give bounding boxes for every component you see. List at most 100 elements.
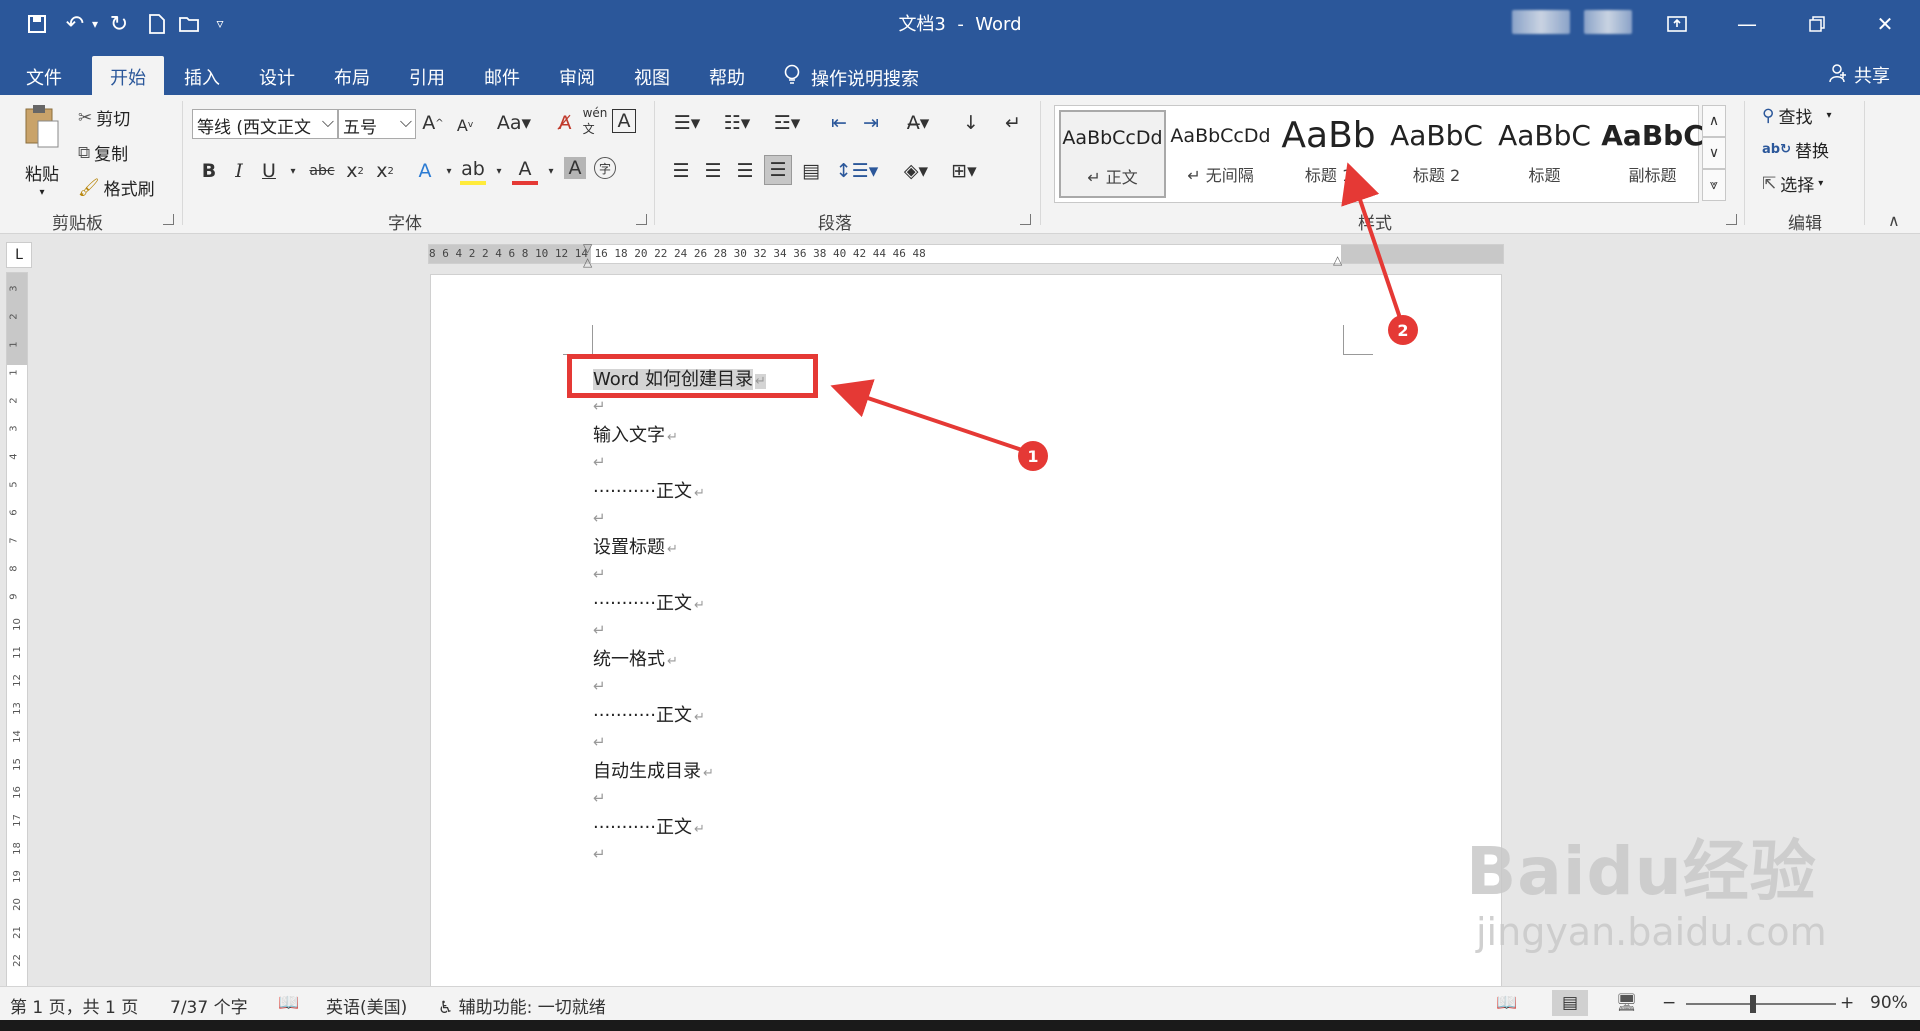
tab-file[interactable]: 文件 <box>14 56 74 95</box>
tab-references[interactable]: 引用 <box>395 56 459 95</box>
zoom-slider-thumb[interactable] <box>1750 995 1756 1013</box>
accessibility-status[interactable]: ♿ 辅助功能: 一切就绪 <box>438 993 606 1018</box>
strikethrough-icon[interactable]: abc <box>306 157 338 185</box>
horizontal-ruler[interactable]: 8 6 4 2 2 4 6 8 10 12 14 16 18 20 22 24 … <box>428 241 1504 269</box>
borders-icon[interactable]: ⊞▾ <box>944 157 984 185</box>
account-name-blurred[interactable] <box>1512 10 1570 34</box>
justify-icon[interactable]: ☰ <box>764 155 792 185</box>
style-title[interactable]: AaBbC 标题 <box>1491 110 1598 198</box>
gallery-scroll-up-icon[interactable]: ∧ <box>1702 105 1726 137</box>
increase-indent-icon[interactable]: ⇥ <box>858 109 884 137</box>
decrease-indent-icon[interactable]: ⇤ <box>826 109 852 137</box>
multilevel-list-icon[interactable]: ☲▾ <box>768 109 806 137</box>
share-button[interactable]: 共享 <box>1828 62 1890 88</box>
doc-line[interactable]: ···········正文 ↵ <box>593 701 705 727</box>
style-no-spacing[interactable]: AaBbCcDd ↵ 无间隔 <box>1167 110 1274 198</box>
first-line-indent-handle[interactable]: ▽ <box>583 241 592 255</box>
underline-icon[interactable]: U <box>256 157 282 185</box>
superscript-icon[interactable]: x2 <box>372 157 398 185</box>
tab-insert[interactable]: 插入 <box>170 56 234 95</box>
doc-line[interactable]: 自动生成目录 ↵ <box>593 757 714 783</box>
right-indent-handle[interactable]: △ <box>1333 253 1342 267</box>
text-effects-dropdown-icon[interactable]: ▾ <box>436 157 462 185</box>
gallery-scroll-down-icon[interactable]: ∨ <box>1702 137 1726 169</box>
tab-layout[interactable]: 布局 <box>320 56 384 95</box>
doc-line[interactable]: 统一格式 ↵ <box>593 645 678 671</box>
bullets-icon[interactable]: ☰▾ <box>668 109 706 137</box>
underline-dropdown-icon[interactable]: ▾ <box>280 157 306 185</box>
find-button[interactable]: ⚲ 查找 ▾ <box>1762 103 1831 129</box>
sort-icon[interactable]: ↓ <box>958 109 984 137</box>
shading-icon[interactable]: ◈▾ <box>896 157 936 185</box>
text-effects-icon[interactable]: A <box>412 157 438 185</box>
font-color-dropdown-icon[interactable]: ▾ <box>538 157 564 185</box>
show-formatting-marks-icon[interactable]: ↵ <box>1000 109 1026 137</box>
numbering-icon[interactable]: ☷▾ <box>718 109 756 137</box>
doc-line[interactable]: 设置标题 ↵ <box>593 533 678 559</box>
style-heading-2[interactable]: AaBbC 标题 2 <box>1383 110 1490 198</box>
style-heading-1[interactable]: AaBb 标题 1 <box>1275 110 1382 198</box>
line-spacing-icon[interactable]: ↕☰▾ <box>836 157 879 185</box>
replace-button[interactable]: ab↻ 替换 <box>1762 137 1829 162</box>
format-painter-button[interactable]: 🖌 格式刷 <box>78 175 155 201</box>
vertical-ruler[interactable]: 3 2 1 1 2 3 4 5 6 7 8 9 10 11 12 13 14 15 16 17 18 19 20 21 22 <box>6 272 28 990</box>
tab-review[interactable]: 审阅 <box>545 56 609 95</box>
minimize-icon[interactable]: — <box>1712 0 1782 48</box>
phonetic-guide-icon[interactable]: wén 文 <box>582 106 608 136</box>
close-icon[interactable]: ✕ <box>1850 0 1920 48</box>
restore-icon[interactable] <box>1782 0 1852 48</box>
grow-font-icon[interactable]: A ^ <box>420 109 446 137</box>
ribbon-display-options-icon[interactable] <box>1642 0 1712 48</box>
page-count[interactable]: 第 1 页，共 1 页 <box>10 993 138 1018</box>
tab-help[interactable]: 帮助 <box>695 56 759 95</box>
word-count[interactable]: 7/37 个字 <box>170 993 248 1018</box>
account-avatar-blurred[interactable] <box>1584 10 1632 34</box>
align-left-icon[interactable]: ☰ <box>668 157 694 185</box>
zoom-out-button[interactable]: − <box>1662 993 1676 1013</box>
clipboard-launcher-icon[interactable] <box>163 214 174 225</box>
font-launcher-icon[interactable] <box>636 214 647 225</box>
copy-button[interactable]: ⧉ 复制 <box>78 140 128 166</box>
tab-mailings[interactable]: 邮件 <box>470 56 534 95</box>
align-center-icon[interactable]: ☰ <box>700 157 726 185</box>
font-name-combo[interactable]: 等线 (西文正文 ⌵ <box>192 109 338 139</box>
print-layout-icon[interactable]: ▤ <box>1552 990 1588 1016</box>
hanging-indent-handle[interactable]: △ <box>583 255 592 269</box>
character-border-icon[interactable]: A <box>612 109 636 133</box>
tab-view[interactable]: 视图 <box>620 56 684 95</box>
select-button[interactable]: ⇱ 选择 ▾ <box>1762 171 1823 197</box>
font-color-icon[interactable]: A <box>512 157 538 185</box>
subscript-icon[interactable]: x2 <box>342 157 368 185</box>
chinese-layout-icon[interactable]: A̶▾ <box>898 109 938 137</box>
style-subtitle[interactable]: AaBbC 副标题 <box>1599 110 1706 198</box>
bold-icon[interactable]: B <box>196 157 222 185</box>
clear-formatting-icon[interactable]: A̸ <box>552 109 578 137</box>
tab-design[interactable]: 设计 <box>245 56 309 95</box>
web-layout-icon[interactable]: 🖥 <box>1616 993 1638 1013</box>
language[interactable]: 英语(美国) <box>326 993 407 1018</box>
doc-line[interactable]: ···········正文 ↵ <box>593 589 705 615</box>
paste-button[interactable]: 粘贴 ▾ <box>22 103 62 198</box>
cut-button[interactable]: ✂ 剪切 <box>78 105 130 131</box>
styles-launcher-icon[interactable] <box>1726 214 1737 225</box>
paragraph-launcher-icon[interactable] <box>1020 214 1031 225</box>
tab-home[interactable]: 开始 <box>92 56 164 95</box>
highlight-dropdown-icon[interactable]: ▾ <box>486 157 512 185</box>
zoom-slider-track[interactable] <box>1686 1003 1836 1005</box>
distributed-icon[interactable]: ▤ <box>798 157 824 185</box>
collapse-ribbon-icon[interactable]: ∧ <box>1888 211 1900 230</box>
doc-line[interactable]: 输入文字 ↵ <box>593 421 678 447</box>
align-right-icon[interactable]: ☰ <box>732 157 758 185</box>
change-case-icon[interactable]: Aa▾ <box>492 109 536 137</box>
enclose-characters-icon[interactable]: 字 <box>594 157 616 179</box>
proofing-icon[interactable]: 📖 <box>278 993 299 1013</box>
shrink-font-icon[interactable]: Av <box>452 111 478 139</box>
character-shading-icon[interactable]: A <box>564 157 586 179</box>
style-normal[interactable]: AaBbCcDd ↵ 正文 <box>1059 110 1166 198</box>
italic-icon[interactable]: I <box>226 157 252 185</box>
tell-me-search[interactable]: 操作说明搜索 <box>783 64 919 91</box>
highlighter-icon[interactable]: ab <box>460 157 486 185</box>
zoom-in-button[interactable]: + <box>1840 993 1854 1013</box>
zoom-level[interactable]: 90% <box>1870 993 1908 1013</box>
doc-line[interactable]: ···········正文 ↵ <box>593 477 705 503</box>
